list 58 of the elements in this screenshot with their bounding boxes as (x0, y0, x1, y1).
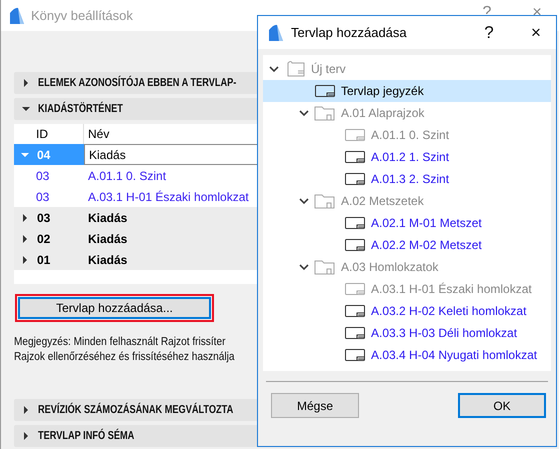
section-title: REVÍZIÓK SZÁMOZÁSÁNAK MEGVÁLTOZTA (38, 404, 234, 416)
folder-icon (314, 193, 336, 209)
table-cell: 03 (37, 210, 50, 224)
sheet-icon (344, 128, 366, 142)
section-title: TERVLAP INFÓ SÉMA (38, 430, 134, 442)
collapsed-triangle-icon[interactable] (22, 406, 30, 414)
app-logo-icon (9, 6, 25, 24)
help-button[interactable]: ? (469, 22, 509, 42)
table-row[interactable]: 02 Kiadás (14, 228, 258, 249)
table-row[interactable]: 04 Kiadás (14, 144, 258, 165)
table-cell: A.03.1 H-01 Északi homlokzat (88, 190, 249, 204)
sheet-icon (344, 348, 366, 362)
close-button[interactable]: × (516, 22, 556, 42)
table-row[interactable]: 03 Kiadás (14, 207, 258, 228)
table-cell: 03 (36, 190, 50, 204)
table-row[interactable]: 01 Kiadás (14, 249, 258, 270)
table-cell: Kiadás (88, 210, 128, 224)
collapsed-triangle-icon[interactable] (22, 432, 30, 440)
folder-icon (314, 259, 336, 275)
table-cell: 01 (37, 252, 50, 266)
table-row[interactable]: 03 A.01.1 0. Szint (14, 165, 258, 186)
ok-button[interactable]: OK (458, 393, 546, 418)
app-logo-icon (268, 24, 284, 42)
sheet-icon (344, 304, 366, 318)
dialog-title: Tervlap hozzáadása (291, 25, 408, 40)
section-title: ELEMEK AZONOSÍTÓJA EBBEN A TERVLAP- (38, 77, 236, 89)
sheet-icon (344, 326, 366, 340)
table-cell: 02 (37, 232, 50, 246)
table-cell: 04 (37, 148, 50, 162)
collapsed-triangle-icon[interactable] (22, 79, 30, 87)
collapsed-triangle-icon[interactable] (21, 214, 29, 222)
table-cell: A.01.1 0. Szint (88, 168, 166, 182)
window-title: Könyv beállítások (31, 8, 133, 23)
add-sheet-button[interactable]: Tervlap hozzáadása... (18, 297, 211, 319)
sheet-icon (344, 282, 366, 296)
sheet-icon (344, 216, 366, 230)
table-cell: 03 (36, 168, 50, 182)
sheet-icon (314, 84, 336, 98)
table-cell: Kiadás (89, 148, 126, 162)
table-cell: Kiadás (88, 252, 128, 266)
section-header[interactable]: TERVLAP INFÓ SÉMA (14, 425, 258, 447)
expanded-triangle-icon[interactable] (22, 105, 30, 113)
table-cell: Kiadás (88, 232, 128, 246)
folder-icon (314, 105, 336, 121)
section-header[interactable]: KIADÁSTÖRTÉNET (14, 98, 258, 120)
cancel-button[interactable]: Mégse (271, 393, 359, 418)
note-text: Rajzok ellenőrzéséhez és frissítéséhez használja (14, 350, 234, 365)
section-header[interactable]: ELEMEK AZONOSÍTÓJA EBBEN A TERVLAP- (14, 72, 258, 94)
sheet-icon (344, 150, 366, 164)
sheet-icon (344, 172, 366, 186)
note-text: Megjegyzés: Minden felhasznált Rajzot frissíter (14, 335, 226, 350)
section-title: KIADÁSTÖRTÉNET (38, 103, 123, 115)
sheet-icon (344, 238, 366, 252)
collapsed-triangle-icon[interactable] (21, 256, 29, 264)
collapsed-triangle-icon[interactable] (21, 234, 29, 242)
column-header: Név (87, 126, 110, 143)
table-row[interactable]: 03 A.03.1 H-01 Északi homlokzat (14, 186, 258, 207)
section-header[interactable]: REVÍZIÓK SZÁMOZÁSÁNAK MEGVÁLTOZTA (14, 399, 258, 421)
